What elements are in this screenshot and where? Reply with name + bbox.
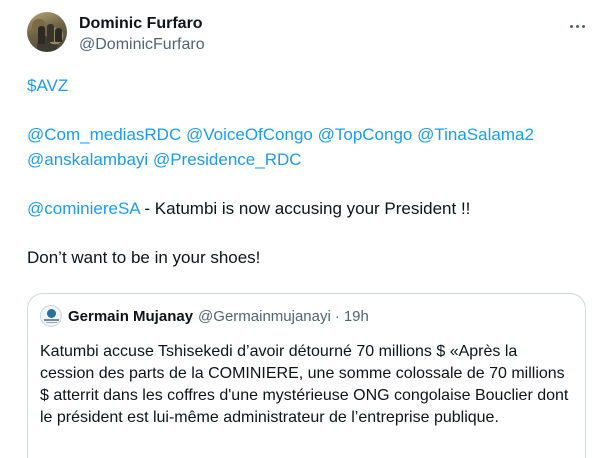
author-handle[interactable]: @DominicFurfaro (79, 35, 205, 55)
mention-link[interactable]: @Com_mediasRDC (27, 125, 181, 144)
mention-link[interactable]: @VoiceOfCongo (186, 125, 313, 144)
quoted-tweet-text: Katumbi accuse Tshisekedi d’avoir détour… (40, 343, 569, 426)
tweet-body-text: Don’t want to be in your shoes! (27, 248, 261, 267)
quoted-author-handle: @Germainmujanayi (198, 307, 331, 325)
tweet-card: Dominic Furfaro @DominicFurfaro $AVZ @Co… (0, 0, 605, 458)
tweet-header: Dominic Furfaro @DominicFurfaro (27, 12, 589, 56)
author-names: Dominic Furfaro @DominicFurfaro (79, 14, 205, 55)
mention-link[interactable]: @cominiereSA (27, 199, 140, 218)
quoted-author-display-name: Germain Mujanay (68, 307, 194, 325)
mention-link[interactable]: @TopCongo (318, 125, 413, 144)
quoted-tweet-header: Germain Mujanay @Germainmujanayi · 19h (40, 305, 573, 327)
quoted-timestamp: 19h (343, 307, 369, 325)
author-display-name[interactable]: Dominic Furfaro (79, 14, 205, 34)
quoted-tweet[interactable]: Germain Mujanay @Germainmujanayi · 19h K… (27, 293, 586, 458)
tweet-body-text: - Katumbi is now accusing your President… (139, 199, 471, 218)
tweet-text: $AVZ @Com_mediasRDC @VoiceOfCongo @TopCo… (27, 73, 589, 270)
more-horizontal-icon[interactable] (565, 14, 589, 38)
cashtag-link[interactable]: $AVZ (27, 76, 68, 95)
mention-link[interactable]: @anskalambayi (27, 150, 148, 169)
author-avatar[interactable] (27, 12, 67, 52)
mention-link[interactable]: @Presidence_RDC (153, 150, 302, 169)
mention-link[interactable]: @TinaSalama2 (417, 125, 534, 144)
quoted-author-avatar (40, 305, 62, 327)
separator-dot: · (334, 307, 340, 325)
